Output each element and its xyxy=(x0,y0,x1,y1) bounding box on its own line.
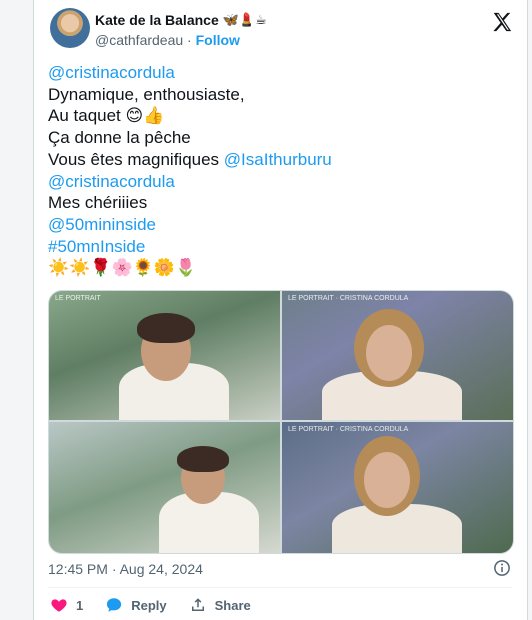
speech-bubble-icon xyxy=(107,598,122,612)
share-label: Share xyxy=(214,597,251,613)
photo-figure xyxy=(364,452,410,508)
post-line: ☀️☀️🌹🌸🌻🌼🌷 xyxy=(48,257,488,279)
media-caption: LE PORTRAIT · CRISTINA CORDULA xyxy=(288,295,409,302)
media-photo-1[interactable]: LE PORTRAIT xyxy=(49,291,280,420)
media-grid: LE PORTRAIT LE PORTRAIT · CRISTINA CORDU… xyxy=(48,290,514,554)
divider xyxy=(48,587,512,588)
photo-figure xyxy=(366,325,412,381)
post-line: @cristinacordula xyxy=(48,171,488,193)
post-line-text: Vous êtes magnifiques xyxy=(48,149,224,169)
post-line-text: Dynamique, enthousiaste, xyxy=(48,84,245,104)
info-icon[interactable] xyxy=(493,559,511,577)
post-timestamp[interactable]: 12:45 PM · Aug 24, 2024 xyxy=(48,561,203,577)
post-line: Vous êtes magnifiques @IsaIthurburu xyxy=(48,149,488,171)
post-line-text: Mes chériiies xyxy=(48,193,148,213)
post-line: @50mininside xyxy=(48,214,488,236)
photo-figure xyxy=(137,313,195,343)
post-line: Mes chériiies xyxy=(48,192,488,214)
media-photo-3[interactable] xyxy=(49,422,280,553)
post-text: @cristinacordula Dynamique, enthousiaste… xyxy=(48,62,488,279)
share-icon xyxy=(191,598,204,611)
media-caption: LE PORTRAIT · CRISTINA CORDULA xyxy=(288,426,409,433)
x-logo-icon[interactable] xyxy=(491,11,513,33)
hashtag-link[interactable]: #50mnInside xyxy=(48,237,145,256)
author-name[interactable]: Kate de la Balance xyxy=(95,12,219,28)
author-handle[interactable]: @cathfardeau xyxy=(95,32,183,48)
share-button[interactable]: Share xyxy=(189,596,251,614)
follow-button[interactable]: Follow xyxy=(196,32,240,48)
smile-thumbs-emoji: 😊👍 xyxy=(125,106,165,126)
author-name-emojis: 🦋💄☕ xyxy=(222,12,267,27)
avatar[interactable] xyxy=(50,8,90,48)
media-photo-4[interactable]: LE PORTRAIT · CRISTINA CORDULA xyxy=(282,422,513,553)
like-button[interactable]: 1 xyxy=(50,596,83,614)
media-photo-2[interactable]: LE PORTRAIT · CRISTINA CORDULA xyxy=(282,291,513,420)
mention-link[interactable]: @cristinacordula xyxy=(48,63,175,82)
post-line: Dynamique, enthousiaste, xyxy=(48,84,488,106)
post-line: #50mnInside xyxy=(48,236,488,258)
post-card: Kate de la Balance 🦋💄☕ @cathfardeau · Fo… xyxy=(33,0,528,620)
photo-figure xyxy=(177,446,229,472)
like-count: 1 xyxy=(76,597,84,613)
reply-button[interactable]: Reply xyxy=(105,596,167,614)
post-line: Au taquet 😊👍 xyxy=(48,105,488,127)
heart-icon xyxy=(51,599,67,612)
post-line-text: Au taquet xyxy=(48,106,126,126)
mention-link[interactable]: @IsaIthurburu xyxy=(224,150,332,169)
post-line: @cristinacordula xyxy=(48,62,488,84)
action-bar: 1 Reply Share xyxy=(50,596,273,614)
mention-link[interactable]: @50mininside xyxy=(48,215,156,234)
handle-separator: · xyxy=(187,32,192,48)
author-name-row[interactable]: Kate de la Balance 🦋💄☕ xyxy=(95,12,267,28)
post-line: Ça donne la pêche xyxy=(48,127,488,149)
reply-label: Reply xyxy=(131,597,167,613)
author-handle-row: @cathfardeau · Follow xyxy=(95,32,240,48)
mention-link[interactable]: @cristinacordula xyxy=(48,172,175,191)
post-line-text: Ça donne la pêche xyxy=(48,128,191,148)
media-caption: LE PORTRAIT xyxy=(55,295,101,302)
sun-flowers-emoji: ☀️☀️🌹🌸🌻🌼🌷 xyxy=(48,258,197,278)
